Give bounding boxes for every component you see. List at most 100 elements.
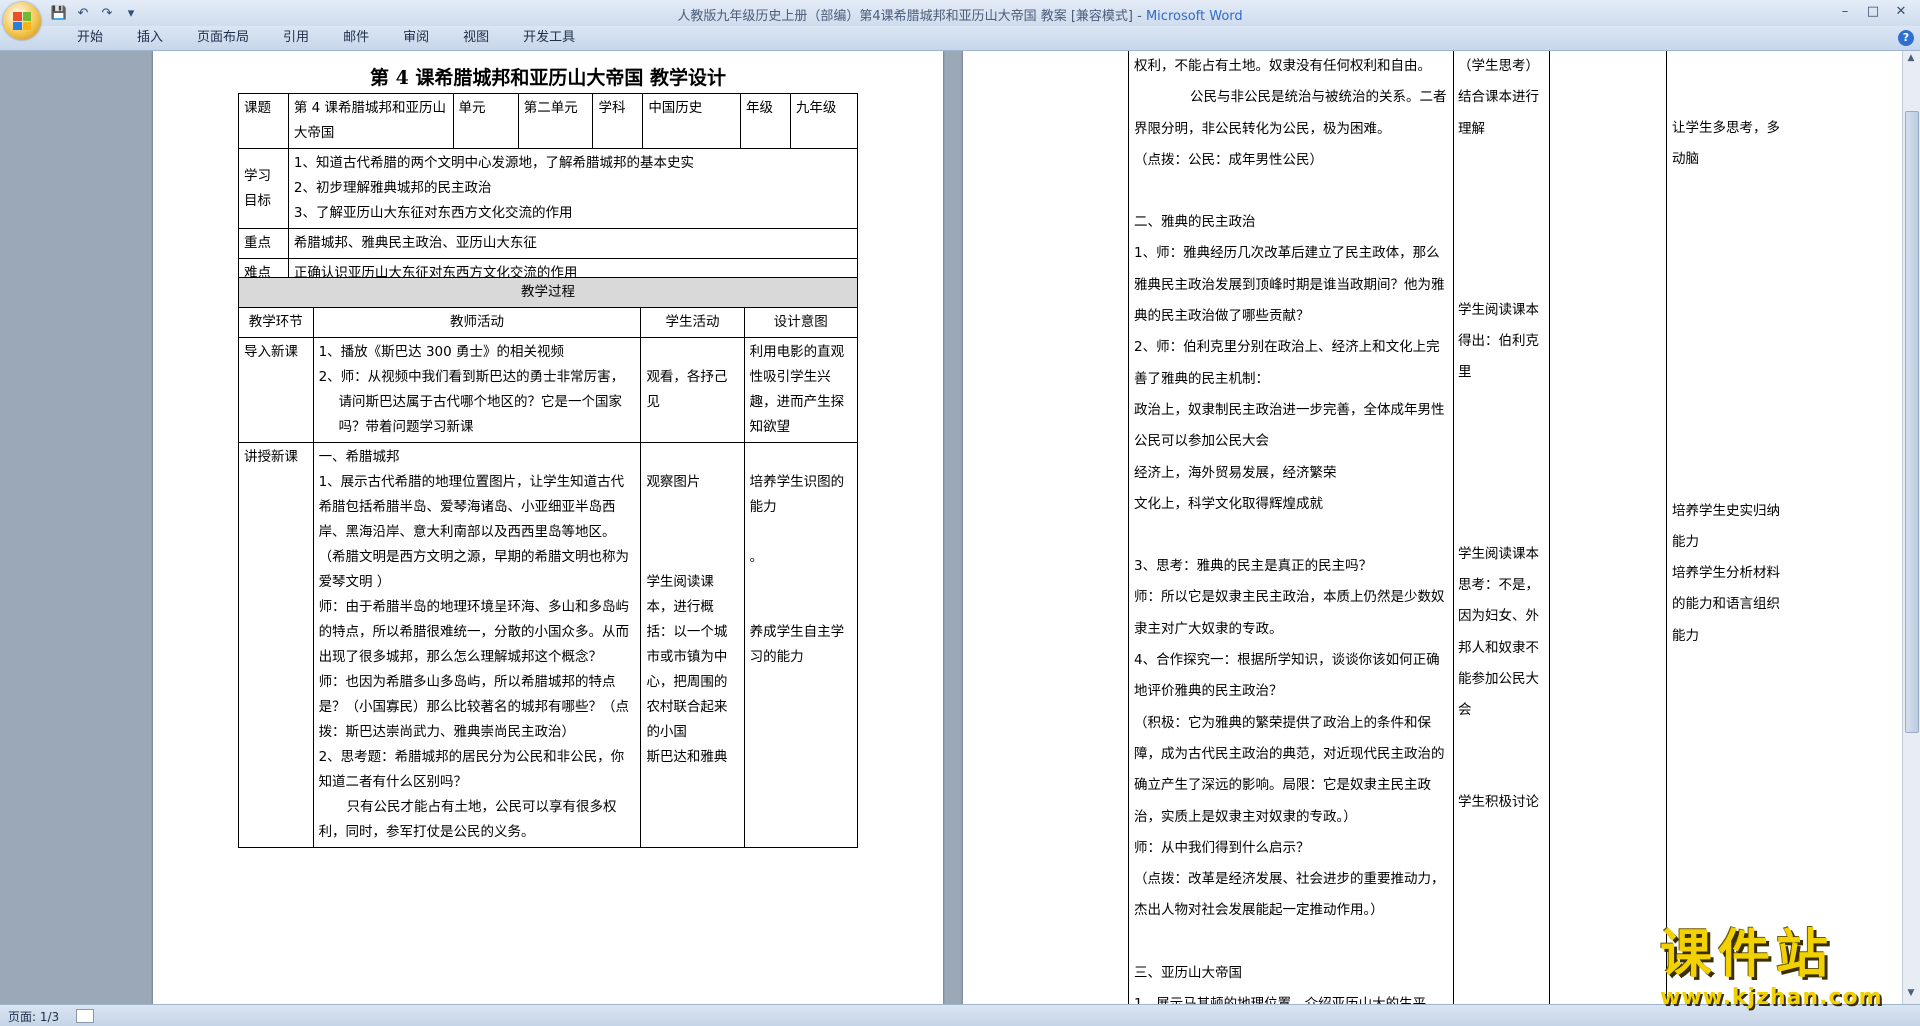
student-cell: 观察图片 学生阅读课本，进行概括：以一个城市或市镇为中心，把周围的农村联合起来的…	[640, 442, 745, 848]
goals-cell: 1、知道古代希腊的两个文明中心发源地，了解希腊城邦的基本史实 2、初步理解雅典城…	[287, 148, 859, 229]
text-line: 只有公民才能占有土地，公民可以享有很多权利，同时，参军打仗是公民的义务。	[318, 799, 617, 840]
vertical-scrollbar[interactable]: ▲ ▼	[1902, 51, 1920, 1004]
tab-review[interactable]: 审阅	[386, 30, 446, 46]
text-line: （点拨：公民：成年男性公民）	[1134, 151, 1323, 168]
text-line: 权利，不能占有土地。奴隶没有任何权利和自由。	[1134, 58, 1431, 74]
status-bar: 页面: 1/3	[0, 1004, 1920, 1026]
window-title: 人教版九年级历史上册（部编）第4课希腊城邦和亚历山大帝国 教案 [兼容模式] -…	[0, 5, 1920, 24]
text-line: 经济上，海外贸易发展，经济繁荣	[1134, 464, 1337, 481]
text-line: 1、师：雅典经历几次改革后建立了民主政体，那么雅典民主政治发展到顶峰时期是谁当政…	[1134, 245, 1445, 325]
text-line: 让学生多思考，多动脑	[1672, 120, 1780, 168]
text-line: 学生阅读课本得出：伯利克里	[1458, 301, 1539, 381]
tab-references[interactable]: 引用	[266, 30, 326, 46]
tab-developer[interactable]: 开发工具	[506, 30, 592, 46]
column-header: 学生活动	[640, 307, 745, 338]
label-cell: 学习目标	[238, 148, 289, 229]
goal-line: 1、知道古代希腊的两个文明中心发源地，了解希腊城邦的基本史实	[293, 155, 694, 171]
document-page-2: 权利，不能占有土地。奴隶没有任何权利和自由。 公民与非公民是统治与被统治的关系。…	[963, 51, 1903, 1004]
value-cell: 第二单元	[517, 93, 594, 149]
text-line: 学生积极讨论	[1458, 793, 1539, 810]
watermark-url-text: www.kjzhan.com	[1660, 985, 1883, 1010]
text-line: 一、希腊城邦	[318, 449, 400, 465]
column-header: 教学环节	[238, 307, 314, 338]
column-header: 设计意图	[743, 307, 859, 338]
scroll-thumb[interactable]	[1905, 111, 1919, 733]
text-line: 培养学生史实归纳能力	[1672, 502, 1780, 550]
text-line: （点拨：改革是经济发展、社会进步的重要推动力，杰出人物对社会发展能起一定推动作用…	[1134, 871, 1445, 919]
text-line: 3、思考：雅典的民主是真正的民主吗？	[1134, 558, 1373, 575]
value-cell: 第 4 课希腊城邦和亚历山大帝国	[287, 93, 454, 149]
text-line: 文化上，科学文化取得辉煌成就	[1134, 495, 1323, 512]
text-line: （学生思考）	[1458, 58, 1539, 74]
text-line: 政治上，奴隶制民主政治进一步完善，全体成年男性公民可以参加公民大会	[1134, 401, 1445, 450]
column-header-row: 教学环节 教师活动 学生活动 设计意图	[238, 307, 859, 338]
goal-line: 3、了解亚历山大东征对东西方文化交流的作用	[293, 205, 573, 221]
table-border	[1666, 51, 1667, 1004]
lesson-table: 课题 第 4 课希腊城邦和亚历山大帝国 单元 第二单元 学科 中国历史 年级 九…	[238, 93, 859, 289]
intent-column: 让学生多思考，多动脑 培养学生史实归纳能力 培养学生分析材料的能力和语言组织能力	[1672, 51, 1784, 652]
text-line	[1134, 520, 1447, 551]
tab-home[interactable]: 开始	[60, 30, 120, 46]
label-cell: 课题	[238, 93, 289, 149]
text-line	[1134, 927, 1447, 958]
text-line: 2、师：伯利克里分别在政治上、经济上和文化上完善了雅典的民主机制：	[1134, 339, 1440, 387]
text-line: 师：所以它是奴隶主民主政治，本质上仍然是少数奴隶主对广大奴隶的专政。	[1134, 589, 1445, 637]
text-line: 。	[749, 549, 764, 565]
minimize-icon[interactable]: –	[1832, 2, 1858, 20]
student-column: （学生思考） 结合课本进行理解 学生阅读课本得出：伯利克里 学生阅读课本思考：不…	[1458, 51, 1546, 818]
office-button[interactable]	[3, 2, 41, 40]
maximize-icon[interactable]: □	[1860, 2, 1886, 20]
text-line: 1、展示古代希腊的地理位置图片，让学生知道古代希腊包括希腊半岛、爱琴海诸岛、小亚…	[318, 474, 630, 590]
table-border	[1453, 51, 1454, 1004]
text-line: 二、雅典的民主政治	[1134, 214, 1256, 231]
teacher-cell: 一、希腊城邦 1、展示古代希腊的地理位置图片，让学生知道古代希腊包括希腊半岛、爱…	[312, 442, 642, 848]
tab-mailings[interactable]: 邮件	[326, 30, 386, 46]
key-cell: 希腊城邦、雅典民主政治、亚历山大东征	[287, 228, 859, 259]
label-cell: 学科	[592, 93, 644, 149]
document-page-1: 第 4 课希腊城邦和亚历山大帝国 教学设计 课题 第 4 课希腊城邦和亚历山大帝…	[153, 51, 943, 1004]
table-row: 导入新课 1、播放《斯巴达 300 勇士》的相关视频 2、师：从视频中我们看到斯…	[238, 337, 859, 443]
table-row: 讲授新课 一、希腊城邦 1、展示古代希腊的地理位置图片，让学生知道古代希腊包括希…	[238, 442, 859, 848]
column-header: 教师活动	[312, 307, 642, 338]
stage-cell: 导入新课	[238, 337, 314, 443]
document-title: 第 4 课希腊城邦和亚历山大帝国 教学设计	[369, 67, 727, 89]
key-row: 重点 希腊城邦、雅典民主政治、亚历山大东征	[238, 228, 859, 259]
text-line: 结合课本进行理解	[1458, 89, 1539, 137]
text-line	[1134, 176, 1447, 207]
tab-insert[interactable]: 插入	[120, 30, 180, 46]
goal-line: 2、初步理解雅典城邦的民主政治	[293, 180, 492, 196]
close-icon[interactable]: ✕	[1888, 2, 1914, 20]
help-icon[interactable]: ?	[1898, 30, 1914, 46]
page-count[interactable]: 页面: 1/3	[8, 1008, 59, 1025]
text-line: 学生阅读课本思考：不是，因为妇女、外邦人和奴隶不能参加公民大会	[1458, 545, 1539, 719]
tab-view[interactable]: 视图	[446, 30, 506, 46]
ribbon: 开始 插入 页面布局 引用 邮件 审阅 视图 开发工具 ?	[0, 26, 1920, 51]
student-cell: 观看，各抒己见	[640, 337, 745, 443]
teacher-column: 权利，不能占有土地。奴隶没有任何权利和自由。 公民与非公民是统治与被统治的关系。…	[1134, 51, 1447, 1004]
text-line: 师：由于希腊半岛的地理环境呈环海、多山和多岛屿的特点，所以希腊很难统一，分散的小…	[318, 599, 630, 665]
process-header-row: 教学过程	[238, 277, 858, 308]
title-bar: 💾 ↶ ↷ ▾ 人教版九年级历史上册（部编）第4课希腊城邦和亚历山大帝国 教案 …	[0, 0, 1920, 40]
process-title: 教学过程	[238, 277, 858, 308]
teacher-cell: 1、播放《斯巴达 300 勇士》的相关视频 2、师：从视频中我们看到斯巴达的勇士…	[312, 337, 642, 443]
site-watermark-logo: 课件站 www.kjzhan.com	[1660, 925, 1910, 1020]
text-line: 观察图片	[646, 474, 701, 490]
value-cell: 中国历史	[642, 93, 742, 149]
language-icon[interactable]	[76, 1009, 94, 1023]
table-border	[1549, 51, 1550, 1004]
text-line: 2、思考题：希腊城邦的居民分为公民和非公民，你知道二者有什么区别吗？	[318, 749, 625, 790]
label-cell: 重点	[238, 228, 289, 259]
text-line: 公民与非公民是统治与被统治的关系。二者界限分明，非公民转化为公民，极为困难。	[1134, 89, 1447, 137]
text-line: 2、师：从视频中我们看到斯巴达的勇士非常厉害，请问斯巴达属于古代哪个地区的？它是…	[318, 369, 625, 435]
text-line: 养成学生自主学习的能力	[749, 624, 845, 665]
text-line: 斯巴达和雅典	[646, 749, 728, 765]
stage-cell: 讲授新课	[238, 442, 314, 848]
ribbon-tabs: 开始 插入 页面布局 引用 邮件 审阅 视图 开发工具	[60, 30, 592, 46]
office-logo-icon	[13, 12, 31, 30]
text-line: 师：也因为希腊多山多岛屿，所以希腊城邦的特点是？（小国寡民）那么比较著名的城邦有…	[318, 674, 630, 740]
label-cell: 单元	[452, 93, 519, 149]
scroll-up-icon[interactable]: ▲	[1905, 53, 1917, 67]
window-title-app: Microsoft Word	[1145, 9, 1243, 24]
text-line: 培养学生识图的能力	[749, 474, 845, 515]
tab-page-layout[interactable]: 页面布局	[180, 30, 266, 46]
